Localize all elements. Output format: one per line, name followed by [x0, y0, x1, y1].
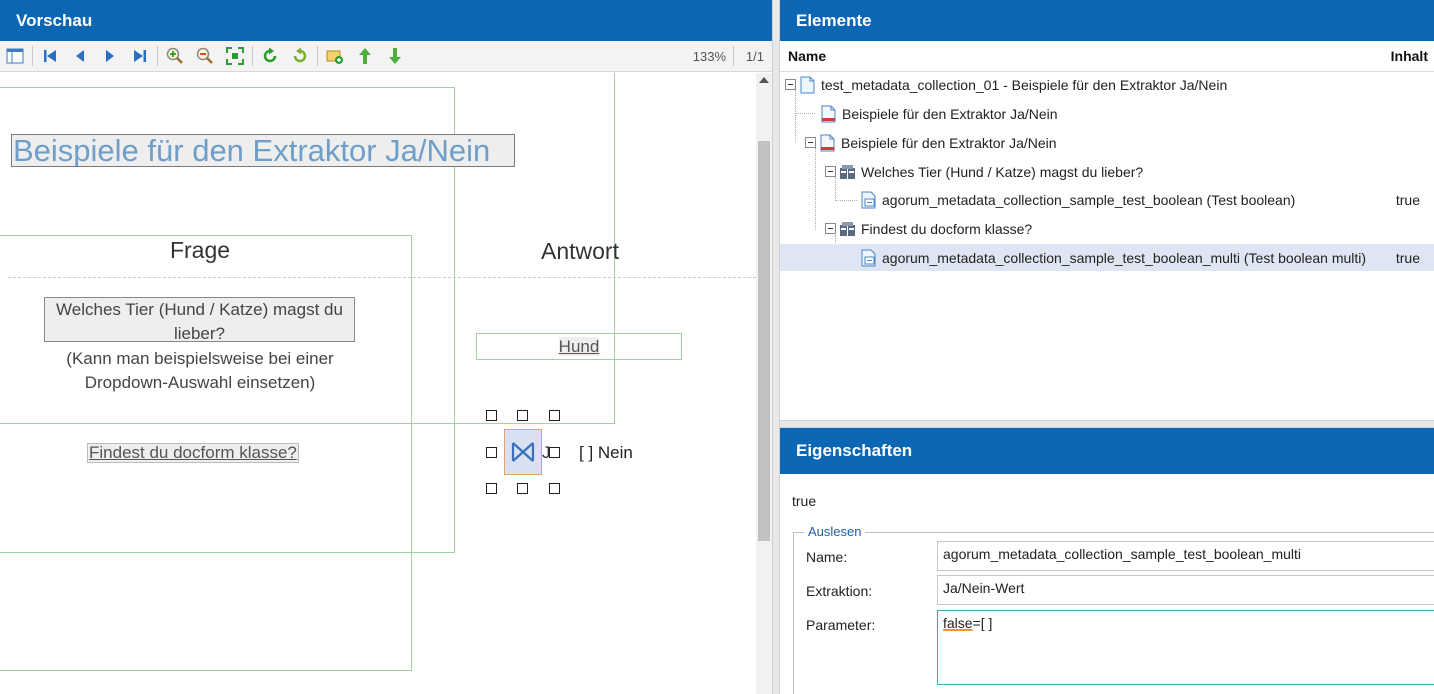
parameter-text-flagged: false: [943, 615, 973, 631]
resize-handle-s[interactable]: [517, 483, 528, 494]
toolbar-separator: [157, 46, 158, 66]
resize-handle-ne[interactable]: [549, 410, 560, 421]
name-input[interactable]: agorum_metadata_collection_sample_test_b…: [937, 541, 1434, 571]
answer-1-field[interactable]: Hund: [476, 333, 682, 360]
document-title[interactable]: Beispiele für den Extraktor Ja/Nein: [11, 134, 515, 167]
read-group-legend: Auslesen: [804, 524, 866, 539]
move-up-icon[interactable]: [350, 43, 380, 69]
next-page-icon[interactable]: [95, 43, 125, 69]
document-preview[interactable]: Beispiele für den Extraktor Ja/Nein Frag…: [0, 73, 756, 694]
parameter-label: Parameter:: [806, 617, 876, 633]
name-label: Name:: [806, 549, 848, 565]
resize-handle-w[interactable]: [486, 447, 497, 458]
extraction-label: Extraktion:: [806, 583, 873, 599]
first-page-icon[interactable]: [35, 43, 65, 69]
resize-handle-nw[interactable]: [486, 410, 497, 421]
scrollbar-thumb[interactable]: [758, 141, 770, 541]
column-question-header: Frage: [169, 237, 231, 263]
answer-1-text: Hund: [558, 337, 600, 356]
collapse-toggle-icon[interactable]: [805, 137, 816, 148]
collapse-toggle-icon[interactable]: [785, 79, 796, 90]
tree-row-label: test_metadata_collection_01 - Beispiele …: [821, 76, 1228, 93]
document-icon: [799, 76, 816, 94]
collapse-toggle-icon[interactable]: [825, 223, 836, 234]
tree-row-section[interactable]: Beispiele für den Extraktor Ja/Nein: [780, 129, 1434, 156]
horizontal-splitter[interactable]: [780, 420, 1434, 428]
add-element-icon[interactable]: [320, 43, 350, 69]
move-cross-icon: [511, 442, 535, 462]
tree-row-field-1[interactable]: agorum_metadata_collection_sample_test_b…: [780, 186, 1434, 213]
answer-2-fragment: J: [542, 443, 551, 462]
column-answer-header: Antwort: [541, 238, 619, 264]
tree-row-label: agorum_metadata_collection_sample_test_b…: [882, 249, 1367, 266]
preview-toolbar: 133% 1/1: [0, 41, 772, 72]
elements-panel-title: Elemente: [780, 0, 1434, 41]
tree-row-root[interactable]: test_metadata_collection_01 - Beispiele …: [780, 71, 1434, 98]
resize-handle-sw[interactable]: [486, 483, 497, 494]
question-1-note: (Kann man beispielsweise bei einer Dropd…: [66, 349, 334, 392]
preview-panel: Vorschau 133% 1/1 Beispiele für den Extr…: [0, 0, 772, 694]
properties-panel-title: Eigenschaften: [780, 428, 1434, 474]
parameter-textarea[interactable]: false=[ ]: [937, 610, 1434, 685]
zoom-in-icon[interactable]: [160, 43, 190, 69]
fit-page-icon[interactable]: [220, 43, 250, 69]
resize-handle-e[interactable]: [549, 447, 560, 458]
toolbar-separator: [317, 46, 318, 66]
tree-row-value: true: [1395, 192, 1420, 208]
tree-column-headers: Name Inhalt: [780, 41, 1434, 72]
tree-row-label: Beispiele für den Extraktor Ja/Nein: [842, 105, 1058, 122]
tree-row-title[interactable]: Beispiele für den Extraktor Ja/Nein: [780, 100, 1434, 127]
question-2-field[interactable]: Findest du docform klasse?: [87, 443, 299, 463]
selected-checkbox-region[interactable]: [504, 429, 542, 475]
scroll-up-arrow-icon[interactable]: [759, 77, 769, 83]
collapse-toggle-icon[interactable]: [825, 166, 836, 177]
resize-handle-n[interactable]: [517, 410, 528, 421]
extraction-input[interactable]: Ja/Nein-Wert: [937, 575, 1434, 605]
column-content-header[interactable]: Inhalt: [1391, 48, 1428, 64]
page-indicator: 1/1: [745, 49, 764, 64]
last-page-icon[interactable]: [125, 43, 155, 69]
field-icon: [860, 191, 877, 209]
tree-row-question-1[interactable]: Welches Tier (Hund / Katze) magst du lie…: [780, 158, 1434, 185]
group-icon: [839, 163, 856, 181]
group-icon: [839, 220, 856, 238]
resize-handle-se[interactable]: [549, 483, 560, 494]
move-down-icon[interactable]: [380, 43, 410, 69]
zoom-level: 133%: [692, 49, 726, 64]
tree-row-label: Welches Tier (Hund / Katze) magst du lie…: [861, 163, 1144, 180]
toolbar-separator: [32, 46, 33, 66]
tree-row-label: Beispiele für den Extraktor Ja/Nein: [841, 134, 1057, 151]
zoom-out-icon[interactable]: [190, 43, 220, 69]
properties-panel: Eigenschaften true Auslesen Name: agorum…: [780, 428, 1434, 694]
prev-page-icon[interactable]: [65, 43, 95, 69]
tree-row-question-2[interactable]: Findest du docform klasse?: [780, 215, 1434, 242]
layout-icon[interactable]: [0, 43, 30, 69]
page-red-icon: [819, 134, 836, 152]
page-red-icon: [820, 105, 837, 123]
tree-row-field-2[interactable]: agorum_metadata_collection_sample_test_b…: [780, 244, 1434, 271]
preview-panel-title: Vorschau: [0, 0, 772, 41]
elements-panel: Elemente Name Inhalt test_metadata_colle…: [780, 0, 1434, 420]
rotate-cw-icon[interactable]: [255, 43, 285, 69]
rotate-ccw-icon[interactable]: [285, 43, 315, 69]
preview-scrollbar[interactable]: [756, 73, 772, 694]
field-icon: [860, 249, 877, 267]
tree-row-label: Findest du docform klasse?: [861, 220, 1033, 237]
answer-2-option: [ ] Nein: [579, 443, 633, 462]
toolbar-separator: [252, 46, 253, 66]
tree-row-value: true: [1395, 250, 1420, 266]
property-value: true: [792, 493, 817, 509]
toolbar-separator: [733, 46, 734, 66]
vertical-splitter[interactable]: [772, 0, 780, 694]
question-1-field[interactable]: Welches Tier (Hund / Katze) magst du lie…: [44, 297, 355, 342]
parameter-text-rest: =[ ]: [972, 615, 993, 631]
column-name-header[interactable]: Name: [788, 48, 826, 64]
table-rule: [8, 277, 756, 278]
tree-row-label: agorum_metadata_collection_sample_test_b…: [882, 191, 1296, 208]
